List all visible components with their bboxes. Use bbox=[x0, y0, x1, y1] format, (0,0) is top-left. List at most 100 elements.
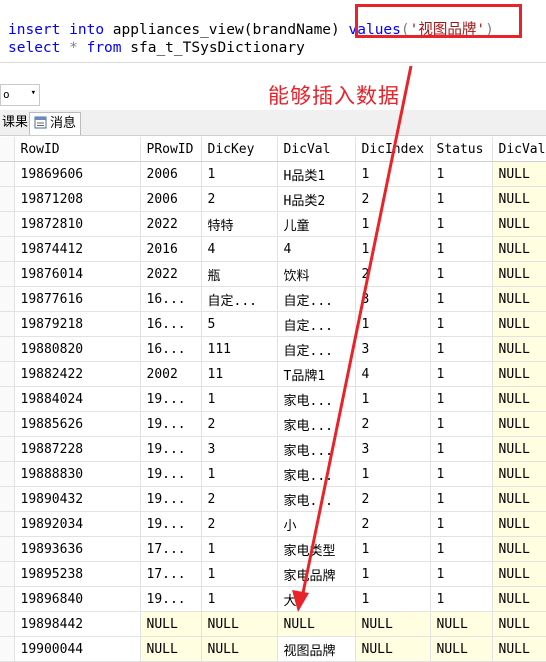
table-cell[interactable]: 4 bbox=[277, 236, 356, 262]
table-cell[interactable]: NULL bbox=[492, 386, 546, 412]
table-cell[interactable]: 16... bbox=[140, 336, 202, 362]
column-header[interactable]: Status bbox=[430, 137, 493, 162]
table-cell[interactable]: 2002 bbox=[140, 361, 202, 387]
table-cell[interactable]: 19890432 bbox=[14, 486, 141, 512]
row-header[interactable] bbox=[0, 511, 15, 537]
table-cell[interactable]: 饮料 bbox=[277, 261, 356, 287]
table-cell[interactable]: 19893636 bbox=[14, 536, 141, 562]
table-cell[interactable]: 1 bbox=[430, 336, 493, 362]
table-cell[interactable]: 1 bbox=[430, 561, 493, 587]
table-cell[interactable]: 2022 bbox=[140, 261, 202, 287]
table-cell[interactable]: 家电... bbox=[277, 411, 356, 437]
row-header[interactable] bbox=[0, 561, 15, 587]
table-cell[interactable]: 1 bbox=[201, 586, 278, 612]
table-cell[interactable]: 2006 bbox=[140, 186, 202, 212]
table-cell[interactable]: 19882422 bbox=[14, 361, 141, 387]
table-cell[interactable]: NULL bbox=[492, 336, 546, 362]
table-cell[interactable]: 1 bbox=[430, 261, 493, 287]
table-cell[interactable]: 19895238 bbox=[14, 561, 141, 587]
table-cell[interactable]: 3 bbox=[355, 336, 431, 362]
table-cell[interactable]: 19872810 bbox=[14, 211, 141, 237]
row-header[interactable] bbox=[0, 311, 15, 337]
table-cell[interactable]: 1 bbox=[201, 161, 278, 187]
table-row[interactable]: 19888830 19... 1 家电... 1 1 NULL bbox=[0, 461, 546, 487]
table-cell[interactable]: NULL bbox=[355, 611, 431, 637]
table-cell[interactable]: 111 bbox=[201, 336, 278, 362]
table-cell[interactable]: NULL bbox=[201, 611, 278, 637]
table-cell[interactable]: 1 bbox=[430, 511, 493, 537]
table-cell[interactable]: H品类2 bbox=[277, 186, 356, 212]
table-cell[interactable]: 1 bbox=[430, 236, 493, 262]
table-cell[interactable]: NULL bbox=[492, 186, 546, 212]
table-cell[interactable]: NULL bbox=[492, 236, 546, 262]
table-cell[interactable]: 1 bbox=[355, 561, 431, 587]
table-cell[interactable]: 19892034 bbox=[14, 511, 141, 537]
table-row[interactable]: 19871208 2006 2 H品类2 2 1 NULL bbox=[0, 186, 546, 212]
table-cell[interactable]: 19... bbox=[140, 436, 202, 462]
table-cell[interactable]: 家电... bbox=[277, 436, 356, 462]
table-cell[interactable]: 自定... bbox=[277, 311, 356, 337]
row-header[interactable] bbox=[0, 236, 15, 262]
table-cell[interactable]: 19896840 bbox=[14, 586, 141, 612]
table-cell[interactable]: NULL bbox=[492, 511, 546, 537]
row-header[interactable] bbox=[0, 486, 15, 512]
row-header[interactable] bbox=[0, 386, 15, 412]
table-cell[interactable]: 16... bbox=[140, 286, 202, 312]
table-cell[interactable]: 19869606 bbox=[14, 161, 141, 187]
table-row[interactable]: 19880820 16... 111 自定... 3 1 NULL bbox=[0, 336, 546, 362]
table-cell[interactable]: 1 bbox=[355, 586, 431, 612]
row-header[interactable] bbox=[0, 336, 15, 362]
table-cell[interactable]: 家电... bbox=[277, 386, 356, 412]
table-cell[interactable]: 1 bbox=[201, 461, 278, 487]
table-cell[interactable]: 1 bbox=[430, 586, 493, 612]
column-header[interactable]: DicKey bbox=[201, 137, 278, 162]
table-cell[interactable]: NULL bbox=[140, 611, 202, 637]
table-cell[interactable]: 自定... bbox=[201, 286, 278, 312]
table-row[interactable]: 19869606 2006 1 H品类1 1 1 NULL bbox=[0, 161, 546, 187]
table-cell[interactable]: 儿童 bbox=[277, 211, 356, 237]
table-cell[interactable]: 1 bbox=[201, 386, 278, 412]
table-cell[interactable]: 瓶 bbox=[201, 261, 278, 287]
table-cell[interactable]: 19... bbox=[140, 586, 202, 612]
table-cell[interactable]: 1 bbox=[430, 186, 493, 212]
row-header[interactable] bbox=[0, 186, 15, 212]
table-row[interactable]: 19879218 16... 5 自定... 1 1 NULL bbox=[0, 311, 546, 337]
sql-editor[interactable]: insert into appliances_view(brandName) v… bbox=[0, 0, 546, 62]
table-cell[interactable]: 1 bbox=[201, 536, 278, 562]
table-cell[interactable]: 2 bbox=[201, 411, 278, 437]
table-cell[interactable]: 家电类型 bbox=[277, 536, 356, 562]
table-cell[interactable]: NULL bbox=[492, 311, 546, 337]
table-cell[interactable]: 3 bbox=[355, 436, 431, 462]
table-cell[interactable]: 1 bbox=[355, 386, 431, 412]
table-row[interactable]: 19884024 19... 1 家电... 1 1 NULL bbox=[0, 386, 546, 412]
table-row[interactable]: 19892034 19... 2 小 2 1 NULL bbox=[0, 511, 546, 537]
table-cell[interactable]: NULL bbox=[277, 611, 356, 637]
table-cell[interactable]: 19885626 bbox=[14, 411, 141, 437]
table-cell[interactable]: 2 bbox=[355, 486, 431, 512]
table-cell[interactable]: NULL bbox=[492, 436, 546, 462]
table-cell[interactable]: 19876014 bbox=[14, 261, 141, 287]
table-cell[interactable]: NULL bbox=[492, 536, 546, 562]
table-cell[interactable]: 自定... bbox=[277, 286, 356, 312]
table-cell[interactable]: NULL bbox=[492, 561, 546, 587]
table-cell[interactable]: 19... bbox=[140, 386, 202, 412]
table-cell[interactable]: 1 bbox=[355, 211, 431, 237]
table-cell[interactable]: 2 bbox=[201, 486, 278, 512]
table-cell[interactable]: 17... bbox=[140, 561, 202, 587]
table-cell[interactable]: NULL bbox=[492, 611, 546, 637]
column-header[interactable]: PRowID bbox=[140, 137, 202, 162]
table-cell[interactable]: 2 bbox=[355, 186, 431, 212]
table-cell[interactable]: NULL bbox=[492, 286, 546, 312]
column-header[interactable]: RowID bbox=[14, 137, 141, 162]
table-cell[interactable]: 2 bbox=[355, 511, 431, 537]
column-header[interactable]: DicVal bbox=[492, 137, 546, 162]
row-header[interactable] bbox=[0, 361, 15, 387]
table-cell[interactable]: 2 bbox=[201, 186, 278, 212]
table-cell[interactable]: 2006 bbox=[140, 161, 202, 187]
table-cell[interactable]: 3 bbox=[201, 436, 278, 462]
table-cell[interactable]: NULL bbox=[492, 361, 546, 387]
table-row[interactable]: 19876014 2022 瓶饮料 2 1 NULL bbox=[0, 261, 546, 287]
row-header[interactable] bbox=[0, 261, 15, 287]
table-cell[interactable]: 19874412 bbox=[14, 236, 141, 262]
table-row[interactable]: 19882422 2002 11 T品牌1 4 1 NULL bbox=[0, 361, 546, 387]
